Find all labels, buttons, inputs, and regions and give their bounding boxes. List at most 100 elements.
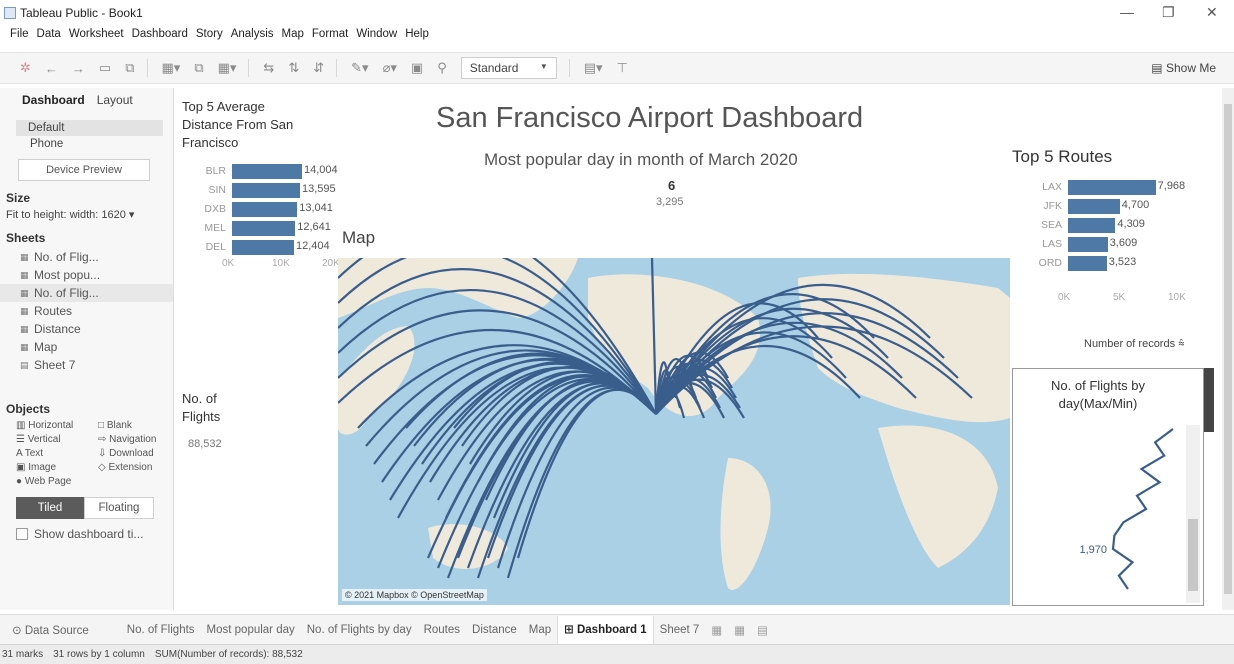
device-preview-button[interactable]: Device Preview — [18, 159, 150, 181]
panel-scrollbar[interactable] — [1186, 425, 1200, 603]
flights-by-day-panel[interactable]: No. of Flights by day(Max/Min) 1,970 — [1012, 368, 1204, 606]
show-dashboard-title-checkbox[interactable]: Show dashboard ti... — [16, 527, 173, 541]
sheet-item[interactable]: ▦ No. of Flig... — [0, 284, 173, 302]
menu-help[interactable]: Help — [405, 28, 429, 46]
bar[interactable] — [1068, 180, 1156, 195]
tab-no-of-flights-by-day[interactable]: No. of Flights by day — [301, 624, 418, 636]
tab-map[interactable]: Map — [523, 624, 557, 636]
vertical-scrollbar[interactable] — [1222, 88, 1234, 610]
bar-row[interactable]: MEL 12,641 — [182, 219, 332, 238]
object-horizontal[interactable]: ▥ Horizontal — [16, 420, 98, 431]
highlight-icon[interactable]: ✎▾ — [351, 60, 368, 76]
menu-format[interactable]: Format — [312, 28, 348, 46]
scrollbar-thumb[interactable] — [1224, 104, 1232, 594]
tab-layout[interactable]: Layout — [97, 93, 133, 107]
new-worksheet-icon[interactable]: ▦▾ — [162, 60, 181, 76]
tab-sheet-7[interactable]: Sheet 7 — [654, 624, 706, 636]
sheet-item[interactable]: ▦ Most popu... — [0, 266, 173, 284]
labels-icon[interactable]: ▣ — [411, 60, 423, 76]
bar[interactable] — [232, 221, 296, 236]
device-default[interactable]: Default — [16, 120, 163, 136]
minimize-button[interactable]: — — [1120, 4, 1134, 20]
menu-worksheet[interactable]: Worksheet — [69, 28, 124, 46]
device-phone[interactable]: Phone — [0, 136, 173, 152]
object-image[interactable]: ▣ Image — [16, 462, 98, 473]
bar-row[interactable]: DEL 12,404 — [182, 238, 332, 257]
sheet-item[interactable]: ▦ Distance — [0, 320, 173, 338]
menu-story[interactable]: Story — [196, 28, 223, 46]
tab-data-source[interactable]: ⊙ Data Source — [6, 623, 95, 637]
tiled-button[interactable]: Tiled — [16, 497, 84, 519]
object-extension[interactable]: ◇ Extension — [98, 462, 180, 473]
new-worksheet-tab-icon[interactable]: ▦ — [705, 623, 728, 637]
swap-icon[interactable]: ⇆ — [263, 60, 274, 76]
new-datasource-icon[interactable]: ⧉ — [125, 60, 134, 76]
bar[interactable] — [232, 164, 303, 179]
bar-row[interactable]: JFK 4,700 — [1012, 197, 1212, 216]
floating-controls[interactable] — [1204, 368, 1214, 432]
tab-dashboard-1[interactable]: ⊞ Dashboard 1 — [557, 615, 654, 644]
object-blank[interactable]: □ Blank — [98, 420, 180, 431]
object-web-page[interactable]: ● Web Page — [16, 476, 98, 487]
duplicate-sheet-icon[interactable]: ⧉ — [194, 60, 203, 76]
show-cards-icon[interactable]: ▤▾ — [584, 60, 603, 76]
size-dropdown[interactable]: Fit to height: width: 1620 ▾ — [6, 208, 173, 221]
flights-by-day-line[interactable] — [1111, 428, 1174, 590]
bar-row[interactable]: LAX 7,968 — [1012, 178, 1212, 197]
object-download[interactable]: ⇩ Download — [98, 448, 180, 459]
fit-select[interactable]: Standard ▼ — [460, 57, 557, 79]
back-icon[interactable]: ← — [45, 61, 58, 76]
distance-chart[interactable]: Top 5 Average Distance From San Francisc… — [182, 98, 340, 288]
sheet-item[interactable]: ▤ Sheet 7 — [0, 356, 173, 374]
floating-button[interactable]: Floating — [84, 497, 154, 519]
sheet-item[interactable]: ▦ Routes — [0, 302, 173, 320]
menu-data[interactable]: Data — [37, 28, 61, 46]
sheet-item[interactable]: ▦ No. of Flig... — [0, 248, 173, 266]
new-dashboard-tab-icon[interactable]: ▦ — [728, 623, 751, 637]
forward-icon[interactable]: → — [72, 61, 85, 76]
tab-most-popular-day[interactable]: Most popular day — [201, 624, 301, 636]
bar-row[interactable]: SIN 13,595 — [182, 181, 336, 200]
restore-button[interactable]: ❐ — [1162, 4, 1175, 21]
show-me-button[interactable]: ▤ Show Me — [1151, 61, 1216, 75]
bar[interactable] — [1068, 199, 1120, 214]
tab-no-of-flights[interactable]: No. of Flights — [121, 624, 201, 636]
menu-window[interactable]: Window — [356, 28, 397, 46]
bar[interactable] — [1068, 237, 1108, 252]
bar-row[interactable]: LAS 3,609 — [1012, 235, 1212, 254]
bar-row[interactable]: ORD 3,523 — [1012, 254, 1212, 273]
tableau-logo-icon[interactable]: ✲ — [20, 60, 31, 76]
sheet-item[interactable]: ▦ Map — [0, 338, 173, 356]
panel-scrollbar-thumb[interactable] — [1188, 519, 1198, 591]
bar-row[interactable]: SEA 4,309 — [1012, 216, 1212, 235]
bar[interactable] — [1068, 218, 1116, 233]
checkbox-box[interactable] — [16, 528, 28, 540]
close-button[interactable]: ✕ — [1206, 4, 1218, 21]
group-icon[interactable]: ⌀▾ — [383, 60, 397, 76]
clear-sheet-icon[interactable]: ▦▾ — [218, 60, 237, 76]
tab-dashboard[interactable]: Dashboard — [22, 93, 85, 107]
sort-descending-icon[interactable]: ⇵ — [313, 60, 324, 76]
presentation-icon[interactable]: ⊤ — [617, 60, 628, 76]
bar[interactable] — [232, 202, 298, 217]
object-vertical[interactable]: ☰ Vertical — [16, 434, 98, 445]
bar[interactable] — [1068, 256, 1107, 271]
new-story-tab-icon[interactable]: ▤ — [751, 623, 774, 637]
menu-dashboard[interactable]: Dashboard — [132, 28, 188, 46]
menu-file[interactable]: File — [10, 28, 29, 46]
sort-ascending-icon[interactable]: ⇅ — [288, 60, 299, 76]
tab-distance[interactable]: Distance — [466, 624, 523, 636]
tab-routes[interactable]: Routes — [418, 624, 466, 636]
menu-analysis[interactable]: Analysis — [231, 28, 274, 46]
routes-chart[interactable]: Top 5 Routes LAX 7,968 JFK 4,700 SEA 4,309 LAS… — [1012, 148, 1212, 308]
bar-row[interactable]: DXB 13,041 — [182, 200, 333, 219]
bar-row[interactable]: BLR 14,004 — [182, 162, 338, 181]
pin-icon[interactable]: ⚲ — [437, 60, 447, 76]
route-map[interactable] — [338, 258, 1010, 605]
bar[interactable] — [232, 183, 300, 198]
bar[interactable] — [232, 240, 295, 255]
object-text[interactable]: A Text — [16, 448, 98, 459]
object-navigation[interactable]: ⇨ Navigation — [98, 434, 180, 445]
save-icon[interactable]: ▭ — [99, 60, 111, 76]
menu-map[interactable]: Map — [282, 28, 304, 46]
